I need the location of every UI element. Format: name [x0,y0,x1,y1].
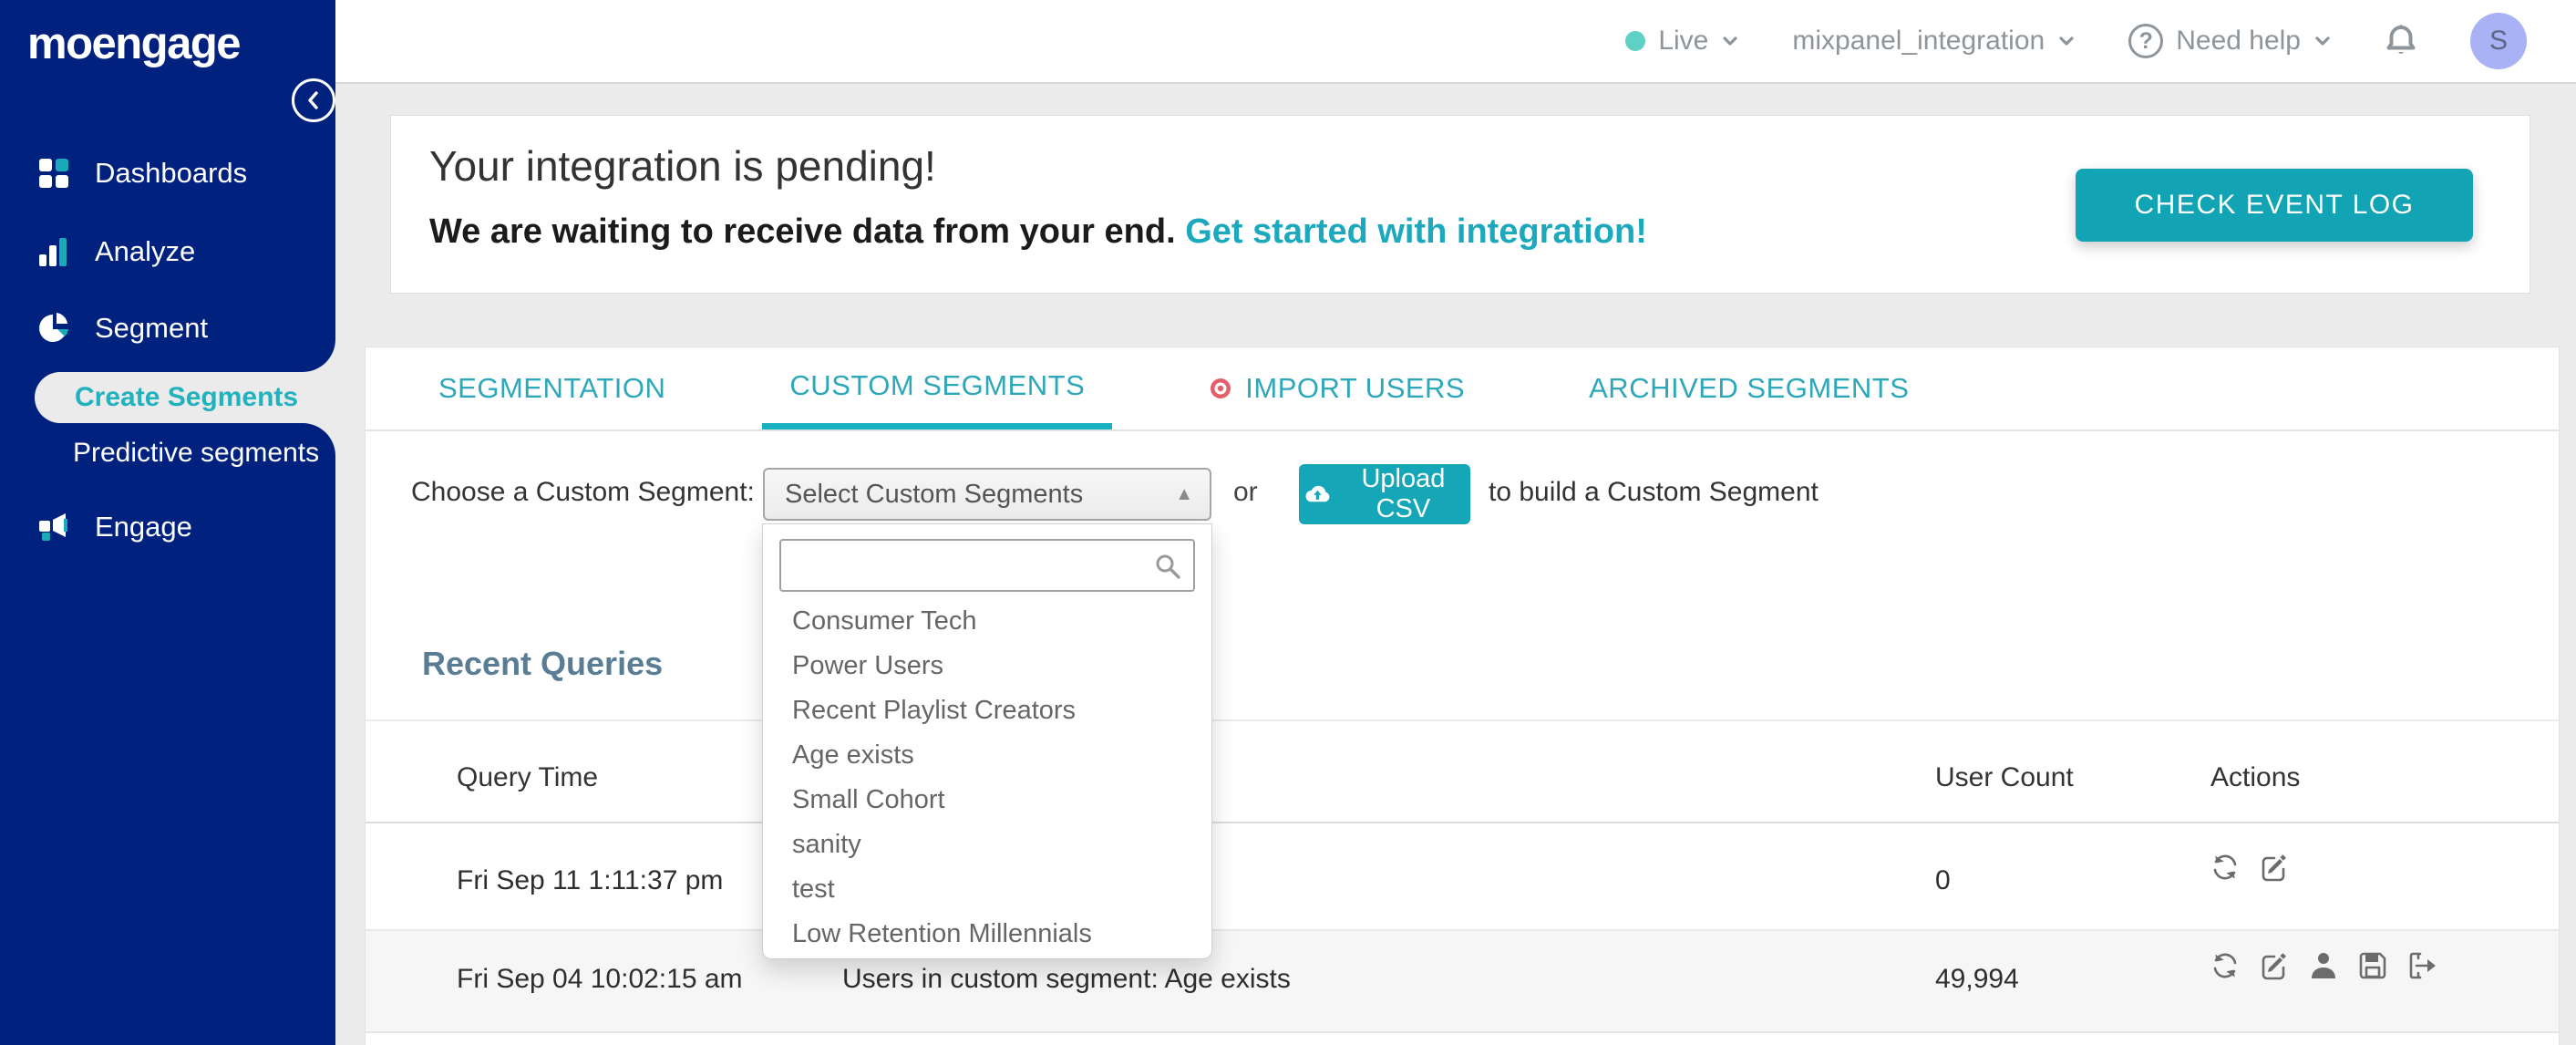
custom-segment-dropdown: Consumer Tech Power Users Recent Playlis… [762,523,1212,959]
project-name: mixpanel_integration [1792,26,2045,56]
get-started-link[interactable]: Get started with integration! [1185,212,1647,251]
question-circle-icon: ? [2128,24,2164,58]
column-header-user-count: User Count [1935,762,2074,792]
tab-archived-segments[interactable]: ARCHIVED SEGMENTS [1561,347,1936,429]
chevron-down-icon [2315,36,2330,46]
bar-chart-icon [39,238,67,266]
select-value: Select Custom Segments [785,479,1084,509]
banner-subtitle-text: We are waiting to receive data from your… [429,212,1176,251]
dropdown-option[interactable]: Age exists [763,733,1211,778]
chevron-left-icon [308,91,318,109]
export-icon[interactable] [2406,949,2438,982]
dropdown-option[interactable]: sanity [763,823,1211,867]
sidebar-subitem-label: Create Segments [75,382,299,412]
environment-label: Live [1658,26,1709,56]
live-status-dot [1625,31,1646,51]
red-target-icon [1211,378,1231,398]
dropdown-option[interactable]: Recent Playlist Creators [763,688,1211,733]
chevron-down-icon [1723,36,1737,46]
divider [366,822,2559,823]
environment-switcher[interactable]: Live [1625,26,1739,57]
custom-segment-select[interactable]: Select Custom Segments ▲ [763,468,1211,521]
megaphone-icon [39,513,67,541]
dropdown-option[interactable]: Power Users [763,644,1211,688]
sidebar-item-engage[interactable]: Engage [36,507,192,547]
sidebar-item-analyze[interactable]: Analyze [36,232,195,272]
query-description-cell: Users in custom segment: Age exists [842,964,1291,994]
row-actions [2209,851,2291,884]
query-time-cell: Fri Sep 04 10:02:15 am [457,964,743,994]
help-menu[interactable]: ? Need help [2128,24,2332,58]
integration-banner: Your integration is pending! We are wait… [390,115,2530,294]
upload-csv-label: Upload CSV [1361,464,1446,523]
segments-card: SEGMENTATION CUSTOM SEGMENTS IMPORT USER… [365,347,2560,1045]
sidebar-collapse-button[interactable] [292,78,335,122]
recent-queries-title: Recent Queries [422,645,664,682]
tab-label: IMPORT USERS [1245,372,1466,404]
chevron-down-icon [2059,36,2074,46]
sidebar-item-predictive-segments[interactable]: Predictive segments [73,438,319,469]
tab-label: SEGMENTATION [438,372,666,404]
check-event-log-button[interactable]: CHECK EVENT LOG [2076,169,2473,242]
notifications-bell-icon[interactable] [2385,23,2417,59]
dropdown-option[interactable]: Low Retention Millennials [763,912,1211,957]
search-icon [1156,554,1180,579]
avatar[interactable]: S [2470,13,2527,69]
cloud-upload-icon [1305,485,1330,502]
tab-import-users[interactable]: IMPORT USERS [1181,347,1492,429]
sidebar-item-create-segments[interactable]: Create Segments [35,372,335,423]
tab-custom-segments[interactable]: CUSTOM SEGMENTS [762,347,1113,429]
project-switcher[interactable]: mixpanel_integration [1792,26,2076,57]
column-header-query-time: Query Time [457,762,599,792]
edit-icon[interactable] [2258,949,2291,982]
tab-bar: SEGMENTATION CUSTOM SEGMENTS IMPORT USER… [366,347,2559,431]
user-count-cell: 49,994 [1935,964,2019,994]
sidebar-item-segment[interactable]: Segment [36,308,208,348]
or-text: or [1233,477,1258,507]
banner-title: Your integration is pending! [429,142,936,190]
dropdown-option[interactable]: test [763,867,1211,912]
avatar-initial: S [2488,26,2508,56]
column-header-actions: Actions [2210,762,2301,792]
edit-icon[interactable] [2258,851,2291,884]
sidebar-item-dashboards[interactable]: Dashboards [36,153,247,193]
tab-label: ARCHIVED SEGMENTS [1589,372,1910,404]
tab-label: CUSTOM SEGMENTS [789,368,1086,401]
grid-icon [39,159,68,188]
divider [366,719,2559,721]
sidebar-active-row: Create Segments [0,372,335,423]
chooser-label: Choose a Custom Segment: [411,477,755,507]
caret-up-icon: ▲ [1175,483,1193,504]
sidebar: moengage Dashboards Analyze Segment Crea… [0,0,335,1045]
rerun-icon[interactable] [2209,949,2241,982]
pie-chart-icon [39,313,68,342]
dropdown-search [779,539,1195,592]
upload-csv-button[interactable]: Upload CSV [1299,464,1470,524]
banner-subtitle: We are waiting to receive data from your… [429,212,1647,252]
sidebar-lower: Predictive segments Engage [0,423,335,1045]
sidebar-item-label: Engage [95,511,192,543]
query-time-cell: Fri Sep 11 1:11:37 pm [457,865,724,895]
sidebar-item-label: Segment [95,312,209,344]
tab-segmentation[interactable]: SEGMENTATION [411,347,693,429]
sidebar-item-label: Dashboards [95,157,248,189]
save-icon[interactable] [2356,949,2389,982]
row-actions [2209,949,2438,982]
dropdown-option[interactable]: Small Cohort [763,778,1211,823]
sidebar-item-label: Analyze [95,235,196,267]
help-label: Need help [2176,26,2301,56]
top-bar: Live mixpanel_integration ? Need help S [335,0,2576,84]
chooser-suffix: to build a Custom Segment [1489,477,1819,507]
dropdown-option[interactable]: Consumer Tech [763,599,1211,644]
moengage-logo[interactable]: moengage [27,18,242,69]
user-count-cell: 0 [1935,865,1951,895]
rerun-icon[interactable] [2209,851,2241,884]
user-icon[interactable] [2307,949,2340,982]
sidebar-upper: moengage Dashboards Analyze Segment [0,0,335,372]
dropdown-search-input[interactable] [781,541,1193,590]
